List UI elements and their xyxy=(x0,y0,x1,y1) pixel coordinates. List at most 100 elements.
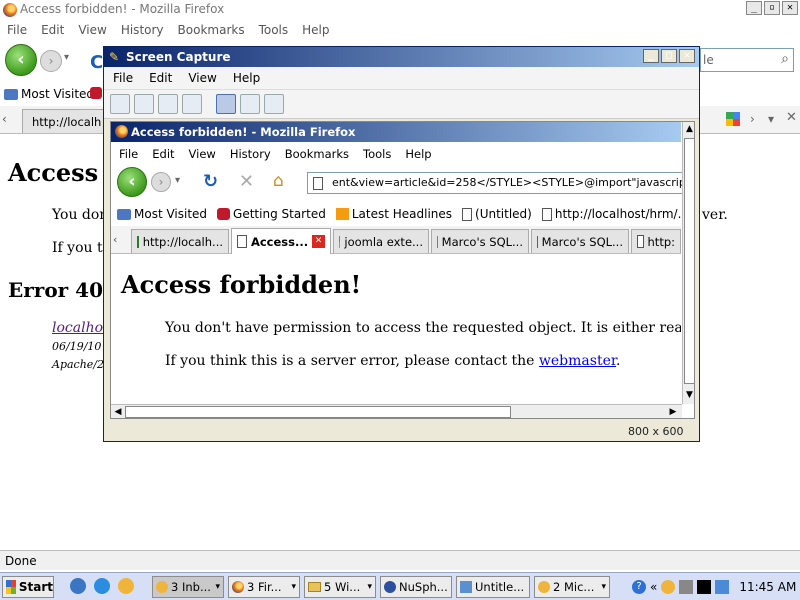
sc-close-button[interactable]: ✕ xyxy=(679,49,695,63)
capture-region-icon[interactable] xyxy=(216,94,236,114)
inner-stop-icon[interactable]: ✕ xyxy=(239,171,254,192)
print-icon[interactable] xyxy=(158,94,178,114)
scroll-right-icon[interactable]: ▶ xyxy=(666,405,680,418)
back-button[interactable]: ‹ xyxy=(5,44,37,76)
outer-tab-localhost[interactable]: http://localh xyxy=(22,109,104,133)
open-icon[interactable] xyxy=(110,94,130,114)
outer-window-title: Access forbidden! - Mozilla Firefox xyxy=(20,2,225,16)
inner-history-dropdown-icon[interactable]: ▾ xyxy=(175,175,180,186)
page-icon xyxy=(313,177,323,190)
inner-forward-button[interactable]: › xyxy=(151,172,171,192)
inner-tab-scroll-left-icon[interactable]: ‹ xyxy=(113,233,117,246)
sc-menu-edit[interactable]: Edit xyxy=(149,71,172,85)
tab-close-icon[interactable]: ✕ xyxy=(786,110,797,125)
inner-menu-bookmarks[interactable]: Bookmarks xyxy=(285,147,349,161)
minimize-button[interactable]: _ xyxy=(746,1,762,15)
inner-menu-help[interactable]: Help xyxy=(405,147,431,161)
inner-back-button[interactable]: ‹ xyxy=(117,167,147,197)
quicklaunch-ie-icon[interactable] xyxy=(94,578,110,594)
menu-history[interactable]: History xyxy=(121,23,164,37)
taskbar-button-firefox[interactable]: 3 Fir... ▾ xyxy=(228,576,300,598)
inner-menu-history[interactable]: History xyxy=(230,147,271,161)
tab-list-icon[interactable]: ▾ xyxy=(768,112,774,126)
inner-tab-http[interactable]: http: xyxy=(631,229,681,253)
taskbar-button-windows[interactable]: 5 Wi... ▾ xyxy=(304,576,376,598)
inner-bookmark-latest-headlines[interactable]: Latest Headlines xyxy=(335,207,452,221)
taskbar-button-microsoft[interactable]: 2 Mic... ▾ xyxy=(534,576,610,598)
menu-help[interactable]: Help xyxy=(302,23,329,37)
sc-horizontal-scrollbar[interactable]: ◀ ▶ xyxy=(111,404,682,418)
chevron-down-icon: ▾ xyxy=(601,582,606,592)
taskbar-button-inbox[interactable]: 3 Inb... ▾ xyxy=(152,576,224,598)
close-button[interactable]: ✕ xyxy=(782,1,798,15)
inner-home-icon[interactable]: ⌂ xyxy=(273,171,284,191)
console-icon[interactable] xyxy=(697,580,712,594)
taskbar-button-untitled[interactable]: Untitle... xyxy=(456,576,530,598)
menu-file[interactable]: File xyxy=(7,23,27,37)
inner-menu-file[interactable]: File xyxy=(119,147,138,161)
outer-paragraph-1-end: ver. xyxy=(702,207,728,223)
tab-scroll-right-icon[interactable]: › xyxy=(750,112,755,126)
save-icon[interactable] xyxy=(134,94,154,114)
sc-menu-help[interactable]: Help xyxy=(233,71,260,85)
tray-expand-icon[interactable]: « xyxy=(650,580,657,594)
network-icon[interactable] xyxy=(679,580,694,594)
webmaster-link[interactable]: webmaster xyxy=(539,353,616,369)
getting-started-icon[interactable] xyxy=(90,87,102,99)
sc-menu-view[interactable]: View xyxy=(188,71,216,85)
forward-button[interactable]: › xyxy=(40,50,62,72)
sc-menu-file[interactable]: File xyxy=(113,71,133,85)
menu-tools[interactable]: Tools xyxy=(259,23,289,37)
bookmark-most-visited[interactable]: Most Visited xyxy=(4,87,94,101)
scroll-left-icon[interactable]: ◀ xyxy=(111,405,125,418)
menu-view[interactable]: View xyxy=(78,23,106,37)
restore-button[interactable]: ▫ xyxy=(764,1,780,15)
sc-vertical-scrollbar[interactable]: ▲ ▼ xyxy=(682,122,694,404)
inner-tab-localhost[interactable]: http://localh... xyxy=(131,229,229,253)
inner-tab-marco-sql-1[interactable]: Marco's SQL... xyxy=(431,229,529,253)
inner-tab-access-forbidden[interactable]: Access... ✕ xyxy=(231,228,331,254)
outer-server-link[interactable]: localhos xyxy=(52,320,110,336)
menu-bookmarks[interactable]: Bookmarks xyxy=(178,23,245,37)
sc-minimize-button[interactable]: _ xyxy=(643,49,659,63)
tab-scroll-left-icon[interactable]: ‹ xyxy=(2,112,7,126)
copy-icon[interactable] xyxy=(182,94,202,114)
sc-statusbar: 800 x 600 xyxy=(104,421,699,441)
inner-menu-view[interactable]: View xyxy=(189,147,216,161)
outer-titlebar: Access forbidden! - Mozilla Firefox _ ▫ … xyxy=(0,0,800,20)
inner-menu-edit[interactable]: Edit xyxy=(152,147,174,161)
inner-tab-joomla-ext[interactable]: joomla exte... xyxy=(333,229,429,253)
inner-url-bar[interactable]: ent&view=article&id=258</STYLE><STYLE>@i… xyxy=(307,172,683,194)
scroll-down-icon[interactable]: ▼ xyxy=(683,388,694,402)
search-input[interactable]: le ⌕ xyxy=(700,48,794,72)
quicklaunch-desktop-icon[interactable] xyxy=(70,578,86,594)
inner-bookmark-getting-started[interactable]: Getting Started xyxy=(217,207,326,221)
google-icon[interactable] xyxy=(726,112,740,126)
reload-icon[interactable]: C xyxy=(90,52,103,73)
inner-reload-icon[interactable]: ↻ xyxy=(203,171,218,192)
start-button[interactable]: Start xyxy=(2,576,54,598)
capture-window-icon[interactable] xyxy=(240,94,260,114)
search-icon[interactable]: ⌕ xyxy=(781,51,789,67)
inner-menu-tools[interactable]: Tools xyxy=(363,147,391,161)
inner-tab-marco-sql-2[interactable]: Marco's SQL... xyxy=(531,229,629,253)
sc-hscroll-thumb[interactable] xyxy=(125,406,511,418)
windows-logo-icon xyxy=(6,580,16,594)
quicklaunch-messenger-icon[interactable] xyxy=(118,578,134,594)
taskbar-button-nusphere[interactable]: NuSph... xyxy=(380,576,452,598)
inner-bookmark-hrm[interactable]: http://localhost/hrm/... xyxy=(541,207,689,221)
inner-bookmark-most-visited[interactable]: Most Visited xyxy=(117,207,207,221)
tab-close-icon[interactable]: ✕ xyxy=(312,235,325,248)
scroll-up-icon[interactable]: ▲ xyxy=(683,122,694,136)
sc-vscroll-thumb[interactable] xyxy=(684,138,694,384)
capture-fullscreen-icon[interactable] xyxy=(264,94,284,114)
history-dropdown-icon[interactable]: ▾ xyxy=(64,52,69,63)
menu-edit[interactable]: Edit xyxy=(41,23,64,37)
inner-bookmark-untitled[interactable]: (Untitled) xyxy=(462,207,532,221)
mail-icon xyxy=(156,581,168,593)
sc-maximize-button[interactable]: □ xyxy=(661,49,677,63)
sc-tool-group xyxy=(110,94,284,114)
display-icon[interactable] xyxy=(715,580,730,594)
messenger-tray-icon[interactable] xyxy=(661,580,676,594)
help-icon[interactable]: ? xyxy=(632,580,646,594)
